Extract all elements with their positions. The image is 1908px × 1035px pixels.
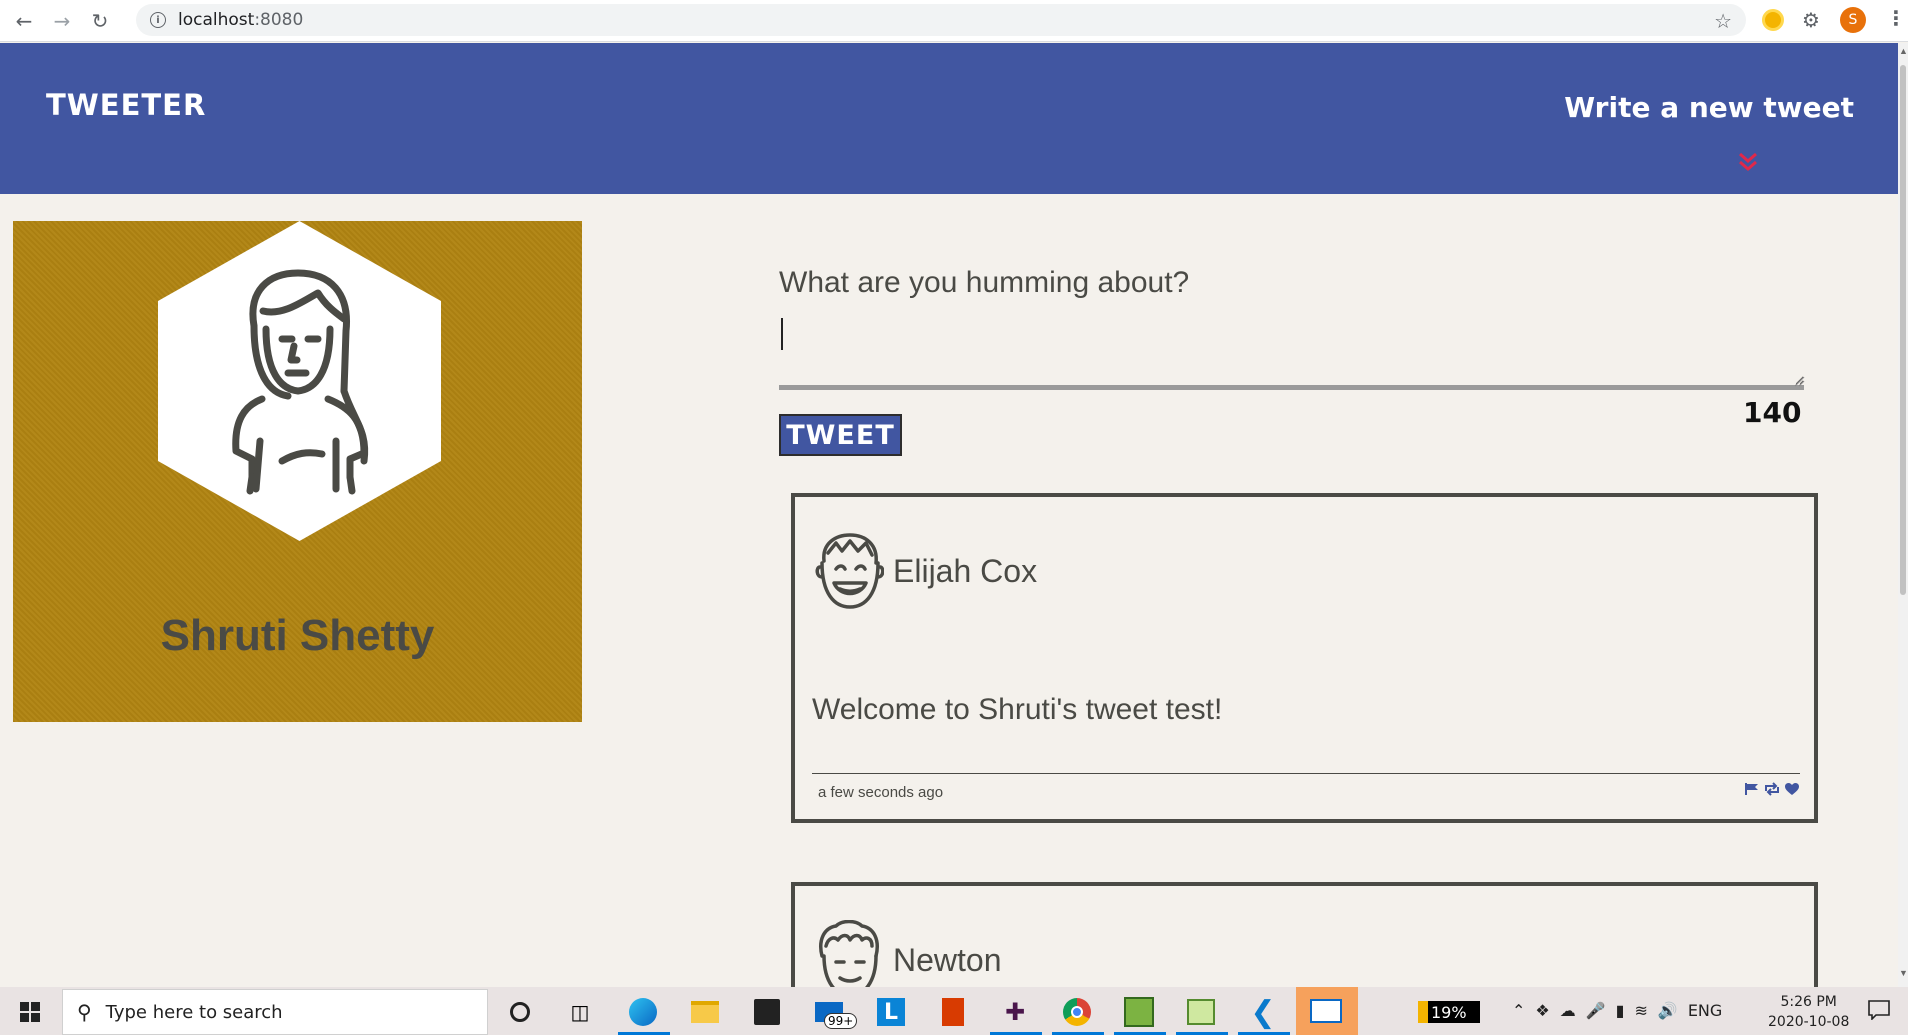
tweet-textarea[interactable] xyxy=(779,310,1804,390)
scroll-up-arrow-icon[interactable]: ▲ xyxy=(1899,46,1908,56)
notepad-app-icon[interactable] xyxy=(1184,995,1218,1029)
tweet-actions xyxy=(1744,782,1800,796)
slack-icon[interactable]: ✚ xyxy=(998,995,1032,1029)
browser-toolbar: ← → ↻ i localhost:8080 ☆ ⚙ S ⋮ xyxy=(0,0,1908,42)
address-bar[interactable]: i localhost:8080 ☆ xyxy=(136,4,1746,36)
taskbar-search[interactable]: ⚲ Type here to search xyxy=(62,989,488,1035)
tweet-submit-button[interactable]: TWEET xyxy=(779,414,902,456)
windows-taskbar: ⚲ Type here to search ◫ 99+ L ✚ ❮ 19% ⌃ … xyxy=(0,987,1908,1035)
clock-date: 2020-10-08 xyxy=(1768,1014,1850,1030)
author-avatar xyxy=(815,533,884,609)
tweet-timestamp: a few seconds ago xyxy=(818,784,944,801)
forward-icon[interactable]: → xyxy=(48,7,76,35)
site-info-icon[interactable]: i xyxy=(150,12,166,28)
search-icon: ⚲ xyxy=(77,1000,92,1024)
mail-badge: 99+ xyxy=(824,1013,858,1029)
battery-percent: 19% xyxy=(1431,1002,1467,1022)
office-icon[interactable] xyxy=(936,995,970,1029)
vscode-icon[interactable]: ❮ xyxy=(1246,995,1280,1030)
reload-icon[interactable]: ↻ xyxy=(86,7,114,35)
composer-label: What are you humming about? xyxy=(779,266,1190,299)
microphone-icon[interactable]: 🎤 xyxy=(1586,1001,1606,1020)
profile-avatar-hexagon xyxy=(158,221,441,541)
flag-icon[interactable] xyxy=(1744,782,1760,796)
character-counter: 140 xyxy=(1743,396,1802,429)
resize-grip-icon[interactable] xyxy=(1793,375,1805,387)
tweet-author: Newton xyxy=(893,942,1002,978)
url-port: :8080 xyxy=(254,10,304,30)
brand-logo[interactable]: TWEETER xyxy=(46,88,206,122)
scroll-down-arrow-icon[interactable]: ▼ xyxy=(1899,968,1908,978)
extensions-puzzle-icon[interactable]: ⚙ xyxy=(1802,8,1820,32)
system-tray: ⌃ ❖ ☁ 🎤 ▮ ≋ 🔊 ENG xyxy=(1512,1001,1722,1020)
url-host: localhost xyxy=(178,10,255,30)
language-indicator[interactable]: ENG xyxy=(1688,1001,1722,1020)
tweet-text: Welcome to Shruti's tweet test! xyxy=(812,693,1223,726)
extension-coin-icon[interactable] xyxy=(1762,9,1784,31)
taskbar-clock[interactable]: 5:26 PM 2020-10-08 xyxy=(1768,992,1849,1032)
app-header: TWEETER Write a new tweet xyxy=(0,43,1898,194)
double-chevron-down-icon[interactable] xyxy=(1737,151,1759,173)
browser-menu-icon[interactable]: ⋮ xyxy=(1886,6,1906,30)
profile-avatar[interactable]: S xyxy=(1840,7,1866,33)
search-placeholder: Type here to search xyxy=(105,1001,283,1023)
power-icon[interactable]: ▮ xyxy=(1616,1001,1625,1020)
store-icon[interactable] xyxy=(750,995,784,1029)
tweet-footer: a few seconds ago xyxy=(812,773,1800,813)
edge-icon[interactable] xyxy=(626,995,660,1029)
volume-icon[interactable]: 🔊 xyxy=(1658,1001,1678,1020)
active-app-highlight[interactable] xyxy=(1296,987,1358,1035)
battery-fill xyxy=(1418,1001,1428,1023)
scrollbar-thumb[interactable] xyxy=(1900,65,1906,595)
back-icon[interactable]: ← xyxy=(10,7,38,35)
write-new-tweet-link[interactable]: Write a new tweet xyxy=(1564,91,1854,124)
tweet-card: Elijah Cox Welcome to Shruti's tweet tes… xyxy=(791,493,1818,823)
retweet-icon[interactable] xyxy=(1763,782,1781,796)
text-caret xyxy=(781,318,783,350)
lockdown-l-icon[interactable]: L xyxy=(874,995,908,1029)
wifi-icon[interactable]: ≋ xyxy=(1634,1001,1647,1020)
profile-name: Shruti Shetty xyxy=(160,611,435,660)
windows-start-icon[interactable] xyxy=(20,1002,40,1022)
active-window-icon xyxy=(1310,999,1342,1023)
battery-indicator[interactable]: 19% xyxy=(1418,1001,1480,1023)
heart-icon[interactable] xyxy=(1784,782,1800,796)
cloud-icon[interactable]: ☁ xyxy=(1560,1001,1576,1020)
file-explorer-icon[interactable] xyxy=(688,995,722,1029)
tray-chevron-icon[interactable]: ⌃ xyxy=(1512,1001,1525,1020)
terminal-app-icon[interactable] xyxy=(1122,995,1156,1029)
chrome-icon[interactable] xyxy=(1060,995,1094,1029)
cortana-icon[interactable] xyxy=(503,995,537,1029)
task-view-icon[interactable]: ◫ xyxy=(563,995,597,1029)
dropbox-icon[interactable]: ❖ xyxy=(1535,1001,1549,1020)
profile-card: Shruti Shetty xyxy=(13,221,582,722)
clock-time: 5:26 PM xyxy=(1780,994,1837,1010)
notification-center-icon[interactable] xyxy=(1868,1000,1890,1020)
tweet-author: Elijah Cox xyxy=(893,553,1038,589)
page-scrollbar[interactable] xyxy=(1898,43,1908,987)
bookmark-star-icon[interactable]: ☆ xyxy=(1714,9,1732,33)
